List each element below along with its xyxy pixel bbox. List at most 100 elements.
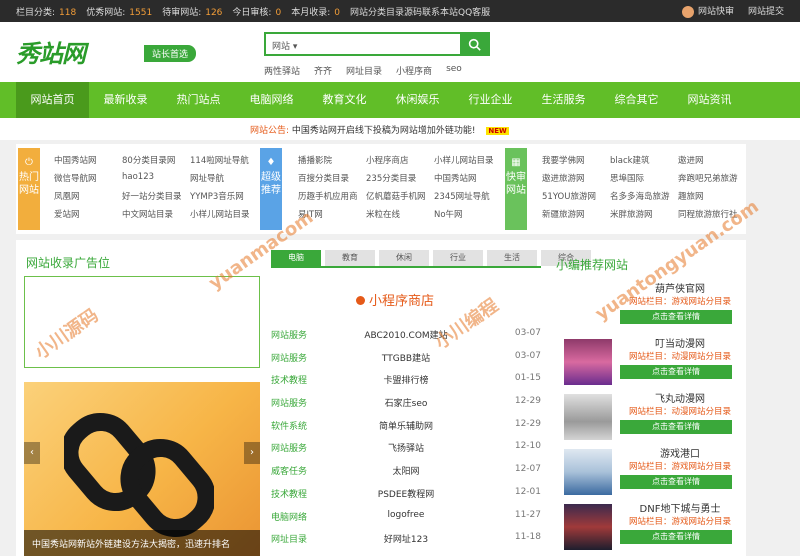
site-link[interactable]: 2345网址导航 [434, 190, 502, 202]
site-link[interactable]: 网址导航 [190, 172, 258, 184]
site-link[interactable]: 历趣手机应用商 [298, 190, 366, 202]
list-item[interactable]: 网站服务 飞扬驿站 12-10 [271, 437, 541, 460]
banner-prev-button[interactable]: ‹ [24, 442, 40, 464]
site-link[interactable]: 思埠国际 [610, 172, 678, 184]
site-link[interactable]: 凤凰网 [54, 190, 122, 202]
nav-education[interactable]: 教育文化 [308, 82, 381, 118]
view-details-button[interactable]: 点击查看详情 [620, 420, 732, 434]
site-link[interactable]: 遨进网 [678, 154, 746, 166]
site-link[interactable]: 小样儿网站目录 [190, 208, 258, 220]
quick-link[interactable]: 小程序商 [396, 64, 432, 77]
quick-link[interactable]: 两性驿站 [264, 64, 300, 77]
site-link[interactable]: hao123 [122, 172, 190, 184]
site-logo[interactable]: 秀站网 站长首选 [16, 34, 246, 70]
view-details-button[interactable]: 点击查看详情 [620, 530, 732, 544]
nav-home[interactable]: 网站首页 [16, 82, 89, 118]
search-button[interactable] [460, 34, 488, 54]
site-link[interactable]: 奔跑吧兄弟旅游 [678, 172, 746, 184]
list-item[interactable]: 电脑网络 logofree 11-27 [271, 506, 541, 529]
site-thumbnail[interactable] [564, 339, 612, 385]
list-item[interactable]: 网站服务 ABC2010.COM建站 03-07 [271, 324, 541, 347]
tab-leisure[interactable]: 休闲 [379, 250, 429, 266]
search-input[interactable]: 网站 ▾ [272, 39, 297, 52]
site-link[interactable]: black建筑 [610, 154, 678, 166]
site-link[interactable]: 米胖旅游网 [610, 208, 678, 220]
recommend-item: 游戏港口 网站栏目：游戏网站分目录 点击查看详情 [564, 443, 746, 498]
view-details-button[interactable]: 点击查看详情 [620, 310, 732, 324]
list-item[interactable]: 技术教程 卡盟排行榜 01-15 [271, 369, 541, 392]
chain-link-icon [64, 412, 214, 538]
view-details-button[interactable]: 点击查看详情 [620, 475, 732, 489]
tab-computer[interactable]: 电脑 [271, 250, 321, 266]
site-link[interactable]: 235分类目录 [366, 172, 434, 184]
tab-life[interactable]: 生活 [487, 250, 537, 266]
site-link[interactable]: 百搜分类目录 [298, 172, 366, 184]
list-item[interactable]: 威客任务 太阳网 12-07 [271, 460, 541, 483]
site-link[interactable]: YYMP3音乐网 [190, 190, 258, 202]
site-thumbnail[interactable] [564, 504, 612, 550]
list-item[interactable]: 软件系统 简单乐辅助网 12-29 [271, 415, 541, 438]
site-link[interactable]: 小样儿网站目录 [434, 154, 502, 166]
diamond-icon: ♦ [266, 157, 276, 168]
site-link[interactable]: 中文网站目录 [122, 208, 190, 220]
site-link[interactable]: 中国秀站网 [54, 154, 122, 166]
list-item[interactable]: 技术教程 PSDEE教程网 12-01 [271, 483, 541, 506]
hot-sites-links: 中国秀站网 80分类目录网 114啦网址导航 微信导航网 hao123 网址导航… [54, 154, 258, 220]
list-item[interactable]: 网站服务 TTGBB建站 03-07 [271, 347, 541, 370]
site-link[interactable]: 好一站分类目录 [122, 190, 190, 202]
site-link[interactable]: 播播影院 [298, 154, 366, 166]
site-link[interactable]: 微信导航网 [54, 172, 122, 184]
announcement-text[interactable]: 中国秀站网开启线下投稿为网站增加外链功能! [292, 126, 476, 136]
site-link[interactable]: 爱站网 [54, 208, 122, 220]
recommend-item: 飞丸动漫网 网站栏目：动漫网站分目录 点击查看详情 [564, 388, 746, 443]
site-link[interactable]: 新疆旅游网 [542, 208, 610, 220]
quick-link[interactable]: seo [446, 64, 462, 77]
nav-hot[interactable]: 热门站点 [162, 82, 235, 118]
list-item[interactable]: 网站服务 石家庄seo 12-29 [271, 392, 541, 415]
nav-news[interactable]: 网站资讯 [673, 82, 746, 118]
nav-other[interactable]: 综合其它 [600, 82, 673, 118]
quick-link[interactable]: 齐齐 [314, 64, 332, 77]
main-nav: 网站首页 最新收录 热门站点 电脑网络 教育文化 休闲娱乐 行业企业 生活服务 … [0, 82, 800, 118]
quick-review-link[interactable]: 网站快审 [681, 4, 734, 18]
banner-slider[interactable]: ‹ › 中国秀站网新站外链建设方法大揭密，迅速升排名 [24, 382, 260, 556]
recommend-item: 叮当动漫网 网站栏目：动漫网站分目录 点击查看详情 [564, 333, 746, 388]
stat-pending: 待审网站: 126 [162, 8, 223, 18]
site-link[interactable]: 米粒在线 [366, 208, 434, 220]
recommend-list: 葫芦侠官网 网站栏目：游戏网站分目录 点击查看详情 叮当动漫网 网站栏目：动漫网… [564, 278, 746, 553]
site-thumbnail[interactable] [564, 394, 612, 440]
quick-link[interactable]: 网址目录 [346, 64, 382, 77]
site-link[interactable]: 名多多海岛旅游 [610, 190, 678, 202]
top-notice[interactable]: 网站分类目录源码联系本站QQ客服 [350, 5, 490, 18]
site-link[interactable]: 80分类目录网 [122, 154, 190, 166]
logo-slogan: 站长首选 [144, 45, 197, 62]
site-link[interactable]: No午网 [434, 208, 502, 220]
site-stats: 栏目分类: 118 优秀网站: 1551 待审网站: 126 今日审核: 0 本月收录:… [16, 5, 340, 18]
banner-caption[interactable]: 中国秀站网新站外链建设方法大揭密，迅速升排名 [24, 530, 260, 556]
power-icon: ⏻ [25, 157, 33, 168]
view-details-button[interactable]: 点击查看详情 [620, 365, 732, 379]
nav-life[interactable]: 生活服务 [527, 82, 600, 118]
nav-industry[interactable]: 行业企业 [454, 82, 527, 118]
site-link[interactable]: 小程序商店 [366, 154, 434, 166]
site-link[interactable]: 亿帆蘑菇手机网 [366, 190, 434, 202]
user-icon [681, 5, 694, 18]
banner-next-button[interactable]: › [244, 442, 260, 464]
stat-month: 本月收录: 0 [291, 8, 340, 18]
site-link[interactable]: 我要学佛网 [542, 154, 610, 166]
list-item[interactable]: 网址目录 好网址123 11-18 [271, 528, 541, 551]
site-link[interactable]: 中国秀站网 [434, 172, 502, 184]
search-icon [468, 38, 481, 51]
nav-computer[interactable]: 电脑网络 [235, 82, 308, 118]
tab-industry[interactable]: 行业 [433, 250, 483, 266]
submit-site-link[interactable]: 网站提交 [748, 4, 784, 17]
site-link[interactable]: 51YOU旅游网 [542, 190, 610, 202]
nav-leisure[interactable]: 休闲娱乐 [381, 82, 454, 118]
site-link[interactable]: 114啦网址导航 [190, 154, 258, 166]
tab-education[interactable]: 教育 [325, 250, 375, 266]
site-link[interactable]: 趣旅网 [678, 190, 746, 202]
site-thumbnail[interactable] [564, 449, 612, 495]
site-link[interactable]: 遨进旅游网 [542, 172, 610, 184]
stat-categories: 栏目分类: 118 [16, 8, 77, 18]
nav-latest[interactable]: 最新收录 [89, 82, 162, 118]
